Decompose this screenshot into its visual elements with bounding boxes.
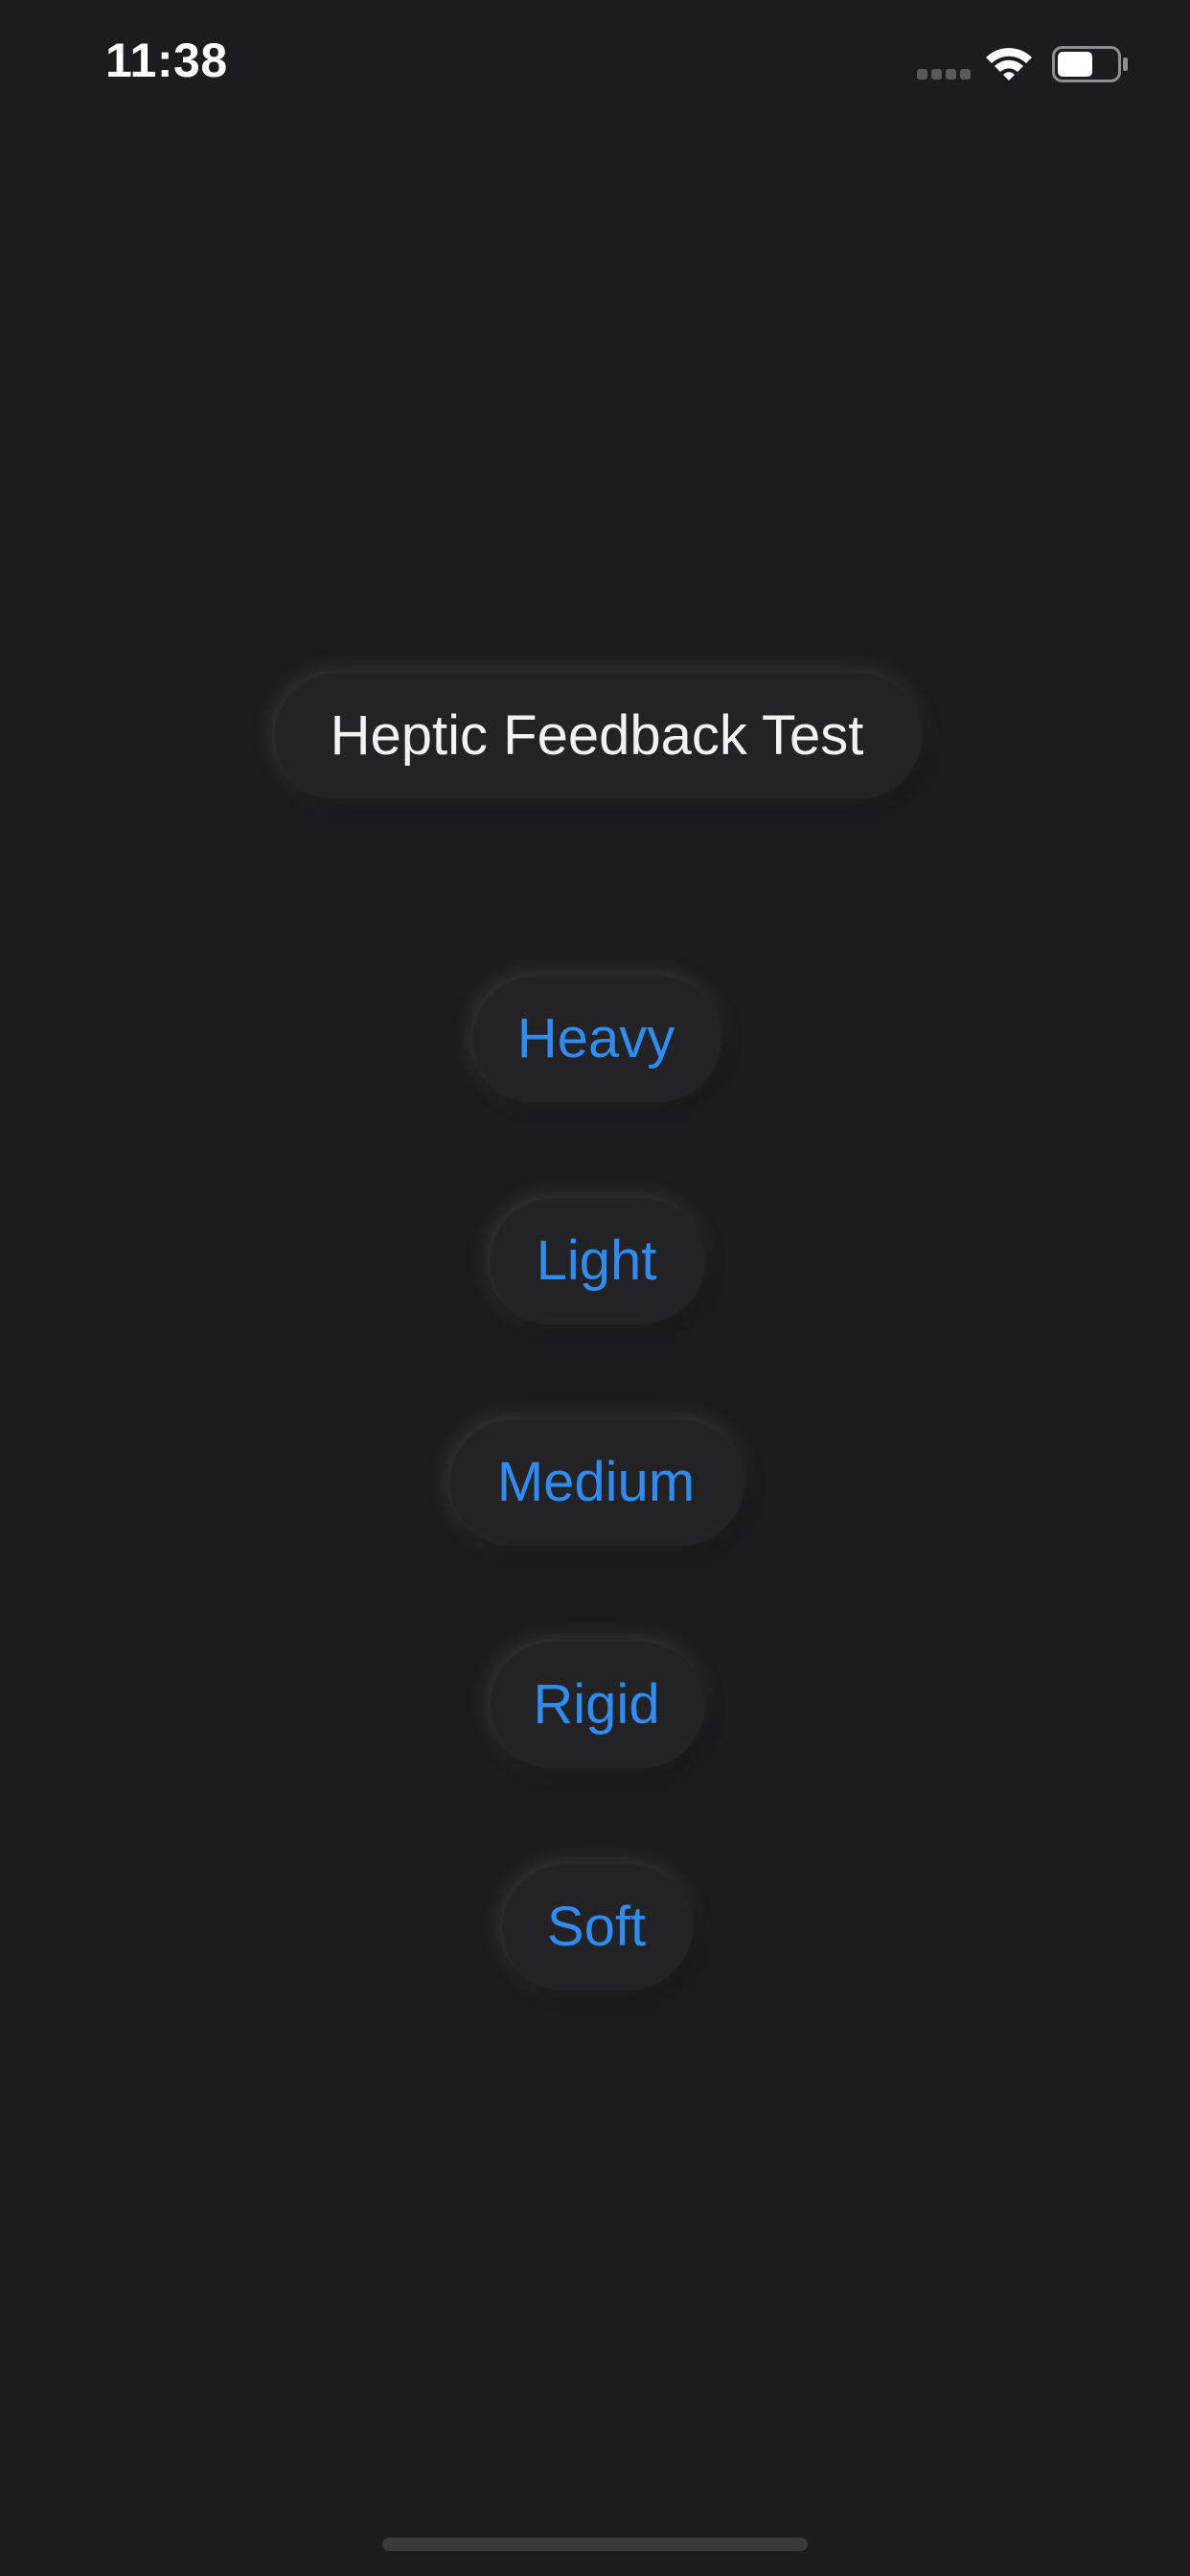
heavy-button[interactable]: Heavy [470,974,721,1102]
soft-button-label: Soft [546,1895,647,1958]
status-bar: 11:38 [0,0,1190,129]
heavy-button-label: Heavy [516,1006,675,1070]
soft-button[interactable]: Soft [500,1862,693,1990]
page-title-pill: Heptic Feedback Test [272,671,922,799]
battery-icon [1052,46,1128,82]
cellular-signal-icon [917,69,971,80]
battery-fill [1058,52,1092,77]
home-indicator[interactable] [382,2538,808,2551]
light-button-label: Light [536,1229,657,1292]
wifi-icon [986,48,1032,80]
app-screen: 11:38 Heptic Feedback Test Heavy Light M… [0,0,1190,2576]
status-time: 11:38 [105,34,228,87]
rigid-button-label: Rigid [533,1672,660,1736]
medium-button-label: Medium [496,1450,696,1513]
light-button[interactable]: Light [488,1196,705,1324]
rigid-button[interactable]: Rigid [488,1640,705,1768]
page-title: Heptic Feedback Test [330,703,864,767]
medium-button[interactable]: Medium [447,1417,744,1546]
